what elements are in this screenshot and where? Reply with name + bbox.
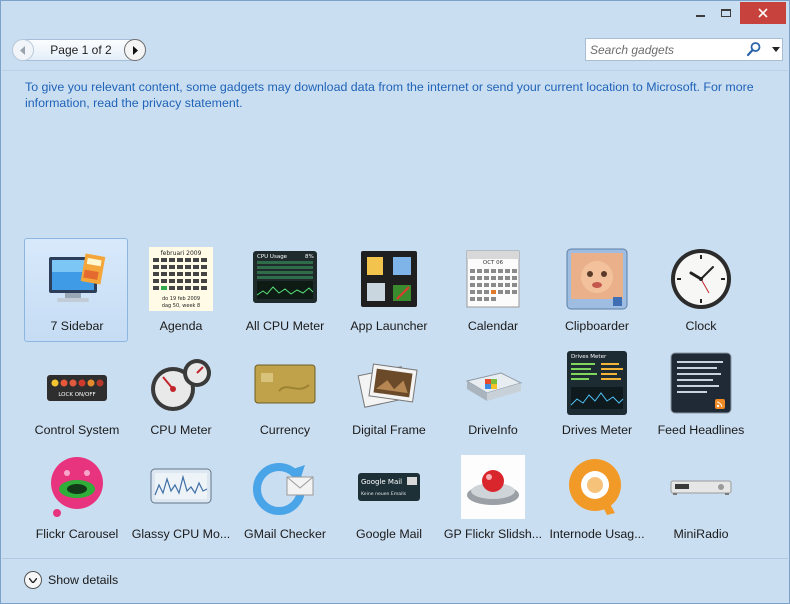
gadget-label: GP Flickr Slidsh...: [443, 527, 543, 541]
page-indicator: Page 1 of 2: [50, 43, 112, 57]
app-launcher-icon: [361, 251, 417, 307]
gadget-tile[interactable]: App Launcher: [336, 238, 440, 342]
internode-usage-icon: [569, 459, 621, 515]
gadget-label: All CPU Meter: [245, 319, 325, 333]
gadget-tile[interactable]: Clipboarder: [544, 238, 648, 342]
gadget-tile[interactable]: Drives Meter Drives Meter: [544, 342, 648, 446]
gadget-label: Currency: [259, 423, 311, 437]
gadget-tile[interactable]: Clock: [648, 238, 752, 342]
gadget-tile[interactable]: LOCK ON/OFF Control System: [24, 342, 128, 446]
gadget-tile[interactable]: Digital Frame: [336, 342, 440, 446]
search-icon[interactable]: [746, 41, 762, 58]
flickr-slideshow-icon: [461, 455, 525, 519]
google-mail-icon: Google Mail Keine neuen Emails: [358, 473, 420, 501]
gadget-tile[interactable]: CPU Meter: [128, 342, 232, 446]
gmail-checker-icon: [253, 463, 314, 515]
control-system-icon: LOCK ON/OFF: [47, 375, 107, 401]
photo-frame-icon: [357, 363, 418, 408]
next-page-button[interactable]: [124, 39, 146, 61]
flickr-carousel-icon: [51, 457, 103, 517]
monitor-sidebar-icon: [49, 253, 106, 302]
google-mail-title: Google Mail: [361, 478, 402, 486]
calendar-month: OCT 06: [483, 260, 504, 266]
drives-meter-icon: Drives Meter: [567, 351, 627, 415]
glassy-cpu-icon: [150, 468, 212, 504]
cpu-usage-icon: CPU Usage 8%: [253, 251, 317, 303]
close-button[interactable]: [740, 2, 786, 24]
search-input[interactable]: [590, 42, 740, 58]
gadget-label: Digital Frame: [352, 423, 426, 437]
gadget-label: MiniRadio: [673, 527, 729, 541]
privacy-notice[interactable]: To give you relevant content, some gadge…: [25, 79, 765, 111]
dropdown-arrow-icon: [771, 47, 780, 52]
toolbar-divider: [2, 70, 788, 71]
privacy-notice-text[interactable]: To give you relevant content, some gadge…: [25, 80, 754, 110]
gadget-label: App Launcher: [350, 319, 428, 333]
control-lock-text: LOCK ON/OFF: [58, 392, 95, 398]
gadget-tile[interactable]: 7 Sidebar: [24, 238, 128, 342]
currency-card-icon: [254, 364, 316, 404]
gadget-tile[interactable]: MiniRadio: [648, 446, 752, 550]
gadget-label: Drives Meter: [561, 423, 633, 437]
gadget-tile[interactable]: Feed Headlines: [648, 342, 752, 446]
gadget-tile[interactable]: OCT 06 Calendar: [440, 238, 544, 342]
feed-headlines-icon: [670, 352, 732, 414]
gadget-label: Calendar: [467, 319, 519, 333]
drives-meter-title: Drives Meter: [571, 354, 607, 360]
gadget-tile[interactable]: GP Flickr Slidsh...: [440, 446, 544, 550]
gadget-label: Clipboarder: [564, 319, 630, 333]
gadget-tile[interactable]: Currency: [232, 342, 336, 446]
show-details-label[interactable]: Show details: [48, 573, 118, 587]
title-bar: [1, 1, 789, 27]
maximize-button[interactable]: [713, 2, 739, 24]
chevron-right-icon: [133, 45, 138, 55]
gadget-label: Agenda: [159, 319, 203, 333]
gadget-tile[interactable]: GMail Checker: [232, 446, 336, 550]
minimize-icon: [695, 15, 705, 17]
footer-bar: Show details: [2, 558, 788, 603]
gadget-label: 7 Sidebar: [50, 319, 104, 333]
agenda-week: dag 50, week 8: [162, 303, 200, 309]
cpu-meter-gauge-icon: [151, 359, 211, 411]
gadget-tile[interactable]: Flickr Carousel: [24, 446, 128, 550]
gadget-label: Glassy CPU Mo...: [131, 527, 231, 541]
page-navigator: Page 1 of 2: [12, 39, 146, 61]
gadget-tile[interactable]: CPU Usage 8% All CPU Meter: [232, 238, 336, 342]
search-box: [585, 38, 783, 61]
gadget-label: Google Mail: [355, 527, 423, 541]
calendar-icon: OCT 06: [466, 250, 520, 308]
gadget-label: CPU Meter: [150, 423, 212, 437]
agenda-month: februari 2009: [161, 250, 202, 257]
gadget-tile[interactable]: Internode Usag...: [544, 446, 648, 550]
cpu-usage-title: CPU Usage: [257, 254, 288, 260]
close-icon: [758, 8, 768, 18]
gadget-tile[interactable]: Glassy CPU Mo...: [128, 446, 232, 550]
hard-drive-icon: [465, 372, 523, 401]
gadget-label: Clock: [685, 319, 717, 333]
clipboarder-icon: [566, 248, 628, 310]
show-details-toggle[interactable]: Show details: [24, 570, 118, 590]
gadget-label: Flickr Carousel: [35, 527, 119, 541]
clock-icon: [671, 249, 731, 309]
previous-page-button[interactable]: [12, 39, 34, 61]
chevron-down-icon[interactable]: [24, 571, 42, 589]
chevron-left-icon: [20, 45, 25, 55]
gadget-label: Feed Headlines: [657, 423, 745, 437]
mini-radio-icon: [670, 480, 732, 495]
gadget-tile[interactable]: februari 2009 do 19 feb 2009 dag 50, wee…: [128, 238, 232, 342]
agenda-calendar-icon: februari 2009 do 19 feb 2009 dag 50, wee…: [149, 247, 213, 311]
gadget-gallery-window: Page 1 of 2 To give you relevant content…: [0, 0, 790, 604]
maximize-icon: [721, 9, 731, 17]
agenda-date: do 19 feb 2009: [162, 296, 200, 302]
search-options-button[interactable]: [768, 39, 783, 60]
cpu-usage-value: 8%: [305, 254, 314, 260]
gadget-tile[interactable]: Google Mail Keine neuen Emails Google Ma…: [336, 446, 440, 550]
minimize-button[interactable]: [687, 2, 713, 24]
gadget-label: Internode Usag...: [549, 527, 645, 541]
gadget-label: Control System: [34, 423, 120, 437]
gadget-label: DriveInfo: [468, 423, 518, 437]
gadget-label: GMail Checker: [244, 527, 326, 541]
google-mail-status: Keine neuen Emails: [361, 491, 407, 497]
gadget-tile[interactable]: DriveInfo: [440, 342, 544, 446]
